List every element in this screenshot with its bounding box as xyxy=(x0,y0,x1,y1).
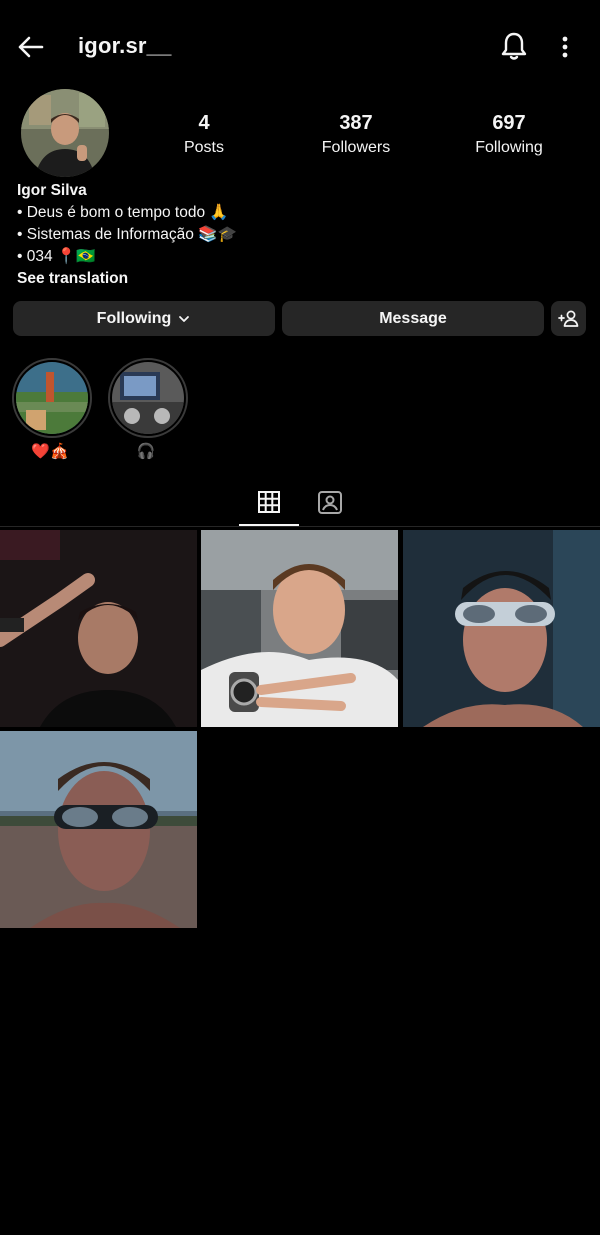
more-vertical-icon[interactable] xyxy=(552,30,578,64)
message-button-label: Message xyxy=(379,309,447,327)
profile-avatar[interactable] xyxy=(21,89,109,177)
highlight-label: 🎧 xyxy=(136,443,156,460)
username-title: igor.sr__ xyxy=(78,33,172,58)
chevron-down-icon xyxy=(179,315,190,322)
bio-line: • 034 📍🇧🇷 xyxy=(17,248,96,265)
story-highlight[interactable]: ❤️🎪 xyxy=(12,358,92,462)
bio-line: • Sistemas de Informação 📚🎓 xyxy=(17,226,237,243)
followers-label: Followers xyxy=(321,139,391,156)
highlight-label: ❤️🎪 xyxy=(31,443,69,460)
posts-count: 4 xyxy=(198,112,210,134)
followers-stat[interactable]: 387 Followers xyxy=(286,110,426,160)
see-translation-link[interactable]: See translation xyxy=(17,268,577,290)
followers-count: 387 xyxy=(339,112,373,134)
tab-tagged[interactable] xyxy=(300,480,360,524)
back-arrow-icon[interactable] xyxy=(14,30,48,64)
top-bar: igor.sr__ xyxy=(0,0,600,95)
following-button[interactable]: Following xyxy=(13,301,275,336)
following-stat[interactable]: 697 Following xyxy=(439,110,579,160)
following-count: 697 xyxy=(492,112,526,134)
highlight-thumbnail xyxy=(112,362,184,434)
add-user-button[interactable] xyxy=(551,301,586,336)
following-button-label: Following xyxy=(96,309,172,327)
post-image xyxy=(0,731,197,928)
bell-icon[interactable] xyxy=(498,29,530,63)
post-image xyxy=(403,530,600,727)
grid-icon xyxy=(258,491,280,513)
message-button[interactable]: Message xyxy=(282,301,544,336)
tagged-person-icon xyxy=(318,491,342,514)
post-image xyxy=(201,530,398,727)
avatar-image xyxy=(21,89,109,177)
story-highlight[interactable]: 🎧 xyxy=(108,358,188,462)
post-thumbnail[interactable] xyxy=(0,530,197,727)
posts-label: Posts xyxy=(183,139,224,156)
posts-stat[interactable]: 4 Posts xyxy=(134,110,274,160)
tab-posts-grid[interactable] xyxy=(239,480,299,526)
bio-line: • Deus é bom o tempo todo 🙏 xyxy=(17,204,229,221)
highlight-ring xyxy=(108,358,188,438)
profile-tabs xyxy=(0,480,600,527)
add-user-icon xyxy=(557,310,578,327)
highlight-ring xyxy=(12,358,92,438)
post-image xyxy=(0,530,197,727)
post-thumbnail[interactable] xyxy=(201,530,398,727)
display-name: Igor Silva xyxy=(17,182,87,199)
post-thumbnail[interactable] xyxy=(0,731,197,928)
profile-bio: Igor Silva • Deus é bom o tempo todo 🙏 •… xyxy=(17,180,577,290)
post-thumbnail[interactable] xyxy=(403,530,600,727)
following-label: Following xyxy=(475,139,543,156)
highlight-thumbnail xyxy=(16,362,88,434)
